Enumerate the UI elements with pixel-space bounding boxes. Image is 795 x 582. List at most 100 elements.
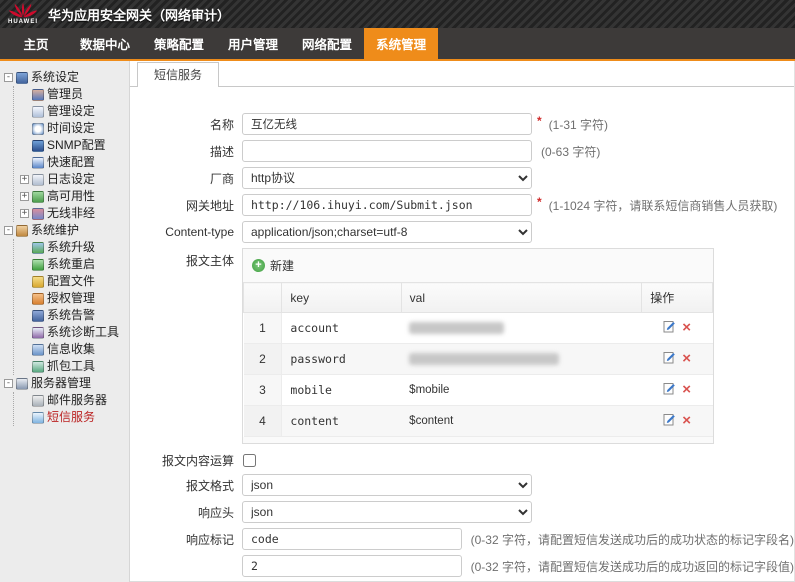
delete-x-icon[interactable]: × bbox=[682, 381, 691, 398]
response-value-input[interactable] bbox=[242, 555, 462, 577]
navigation-tree: -系统设定-管理员-管理设定-时间设定-SNMP配置-快速配置+日志设定+高可用… bbox=[4, 69, 127, 426]
nav-tab-network-config[interactable]: 网络配置 bbox=[290, 28, 364, 59]
sidebar-item-label: 时间设定 bbox=[47, 121, 96, 135]
collapse-icon[interactable]: - bbox=[4, 226, 13, 235]
sidebar-item-snmp-config[interactable]: -SNMP配置 bbox=[20, 137, 127, 154]
delete-x-icon[interactable]: × bbox=[682, 319, 691, 336]
sidebar-item-quick-config[interactable]: -快速配置 bbox=[20, 154, 127, 171]
sidebar-item-label: SNMP配置 bbox=[47, 138, 106, 152]
nav-tab-system-management[interactable]: 系统管理 bbox=[364, 28, 439, 59]
nav-tab-policy-config[interactable]: 策略配置 bbox=[142, 28, 216, 59]
format-label: 报文格式 bbox=[185, 478, 234, 493]
license-management-icon bbox=[32, 292, 44, 305]
row-index: 3 bbox=[243, 374, 283, 406]
row-index: 2 bbox=[243, 343, 283, 375]
description-input[interactable] bbox=[242, 140, 532, 162]
sidebar-item-system-restart[interactable]: -系统重启 bbox=[20, 256, 127, 273]
response-header-select[interactable]: json bbox=[242, 501, 532, 523]
quick-config-icon bbox=[32, 156, 44, 169]
huawei-logo-icon: HUAWEI bbox=[8, 3, 38, 25]
sidebar-item-system-upgrade[interactable]: -系统升级 bbox=[20, 239, 127, 256]
gateway-input[interactable] bbox=[242, 194, 532, 216]
description-hint: (0-63 字符) bbox=[541, 144, 601, 159]
sidebar-item-high-availability[interactable]: + 高可用性 bbox=[20, 188, 127, 205]
expand-icon[interactable]: + bbox=[20, 175, 29, 184]
response-mark-input[interactable] bbox=[242, 528, 462, 550]
sidebar-item-time-settings[interactable]: -时间设定 bbox=[20, 120, 127, 137]
admin-settings-icon bbox=[32, 105, 44, 118]
sidebar-item-label: 系统设定 bbox=[31, 70, 80, 84]
response-header-label: 响应头 bbox=[197, 505, 234, 520]
content-type-select[interactable]: application/json;charset=utf-8 bbox=[242, 221, 532, 243]
collapse-icon[interactable]: - bbox=[4, 379, 13, 388]
sidebar-item-sms-service[interactable]: -短信服务 bbox=[20, 409, 127, 426]
sidebar-item-config-file[interactable]: -配置文件 bbox=[20, 273, 127, 290]
edit-pencil-icon[interactable] bbox=[663, 320, 676, 336]
row-index: 1 bbox=[243, 312, 283, 344]
huawei-brand-text: HUAWEI bbox=[8, 19, 38, 25]
sidebar-item-label: 信息收集 bbox=[47, 342, 96, 356]
mail-server-icon bbox=[32, 394, 44, 407]
server-management-children: -邮件服务器-短信服务 bbox=[13, 392, 127, 426]
sidebar-item-system-alarm[interactable]: -系统告警 bbox=[20, 307, 127, 324]
sidebar-item-server-management[interactable]: - 服务器管理 bbox=[4, 375, 127, 392]
system-upgrade-icon bbox=[32, 241, 44, 254]
new-row-button[interactable]: + 新建 bbox=[243, 249, 713, 282]
sidebar-item-mail-server[interactable]: -邮件服务器 bbox=[20, 392, 127, 409]
column-header-ops: 操作 bbox=[641, 282, 713, 313]
info-collection-icon bbox=[32, 343, 44, 356]
tab-sms-service[interactable]: 短信服务 bbox=[137, 62, 220, 87]
payload-key: mobile bbox=[281, 374, 402, 406]
app-window: HUAWEI 华为应用安全网关（网络审计） 主页 数据中心 策略配置 用户管理 网络配置… bbox=[0, 0, 795, 582]
content-calc-checkbox[interactable] bbox=[243, 454, 256, 467]
sidebar-item-packet-capture[interactable]: -抓包工具 bbox=[20, 358, 127, 375]
response-value-hint: (0-32 字符，请配置短信发送成功后的成功返回的标记字段值) bbox=[470, 559, 794, 574]
payload-row-mobile: 3 mobile $mobile × bbox=[243, 374, 713, 406]
sidebar-item-wireless-non-operation[interactable]: + 无线非经 bbox=[20, 205, 127, 222]
sidebar-item-log-settings[interactable]: + 日志设定 bbox=[20, 171, 127, 188]
sidebar-item-diagnostic-tools[interactable]: -系统诊断工具 bbox=[20, 324, 127, 341]
sidebar-item-administrator[interactable]: -管理员 bbox=[20, 86, 127, 103]
sidebar-item-label: 系统告警 bbox=[47, 308, 96, 322]
sidebar-item-info-collection[interactable]: -信息收集 bbox=[20, 341, 127, 358]
edit-pencil-icon[interactable] bbox=[663, 351, 676, 367]
administrator-icon bbox=[32, 88, 44, 101]
wireless-non-operation-icon bbox=[32, 207, 44, 220]
main-content: 短信服务 名称 * (1-31 字符) 描述 (0-63 字符) 厂商 bbox=[130, 61, 795, 582]
sidebar-item-label: 系统诊断工具 bbox=[47, 325, 120, 339]
payload-val: $mobile bbox=[409, 384, 450, 396]
payload-row-content: 4 content $content × bbox=[243, 405, 713, 437]
delete-x-icon[interactable]: × bbox=[682, 412, 691, 429]
content-calc-label: 报文内容运算 bbox=[161, 454, 234, 468]
system-maintenance-icon bbox=[16, 224, 28, 237]
nav-tab-data-center[interactable]: 数据中心 bbox=[68, 28, 142, 59]
required-asterisk: * bbox=[537, 114, 542, 128]
description-label: 描述 bbox=[209, 144, 234, 159]
edit-pencil-icon[interactable] bbox=[663, 382, 676, 398]
edit-pencil-icon[interactable] bbox=[663, 413, 676, 429]
sidebar-item-system-maintenance[interactable]: - 系统维护 bbox=[4, 222, 127, 239]
name-input[interactable] bbox=[242, 113, 532, 135]
content-type-label: Content-type bbox=[165, 225, 234, 239]
vendor-select[interactable]: http协议 bbox=[242, 167, 532, 189]
collapse-icon[interactable]: - bbox=[4, 73, 13, 82]
sidebar-item-license-management[interactable]: -授权管理 bbox=[20, 290, 127, 307]
row-index: 4 bbox=[243, 405, 283, 437]
response-mark-hint: (0-32 字符，请配置短信发送成功后的成功状态的标记字段名) bbox=[470, 532, 794, 547]
sidebar-item-admin-settings[interactable]: -管理设定 bbox=[20, 103, 127, 120]
delete-x-icon[interactable]: × bbox=[682, 350, 691, 367]
sidebar-item-label: 无线非经 bbox=[47, 206, 96, 220]
expand-icon[interactable]: + bbox=[20, 209, 29, 218]
payload-row-password: 2 password × bbox=[243, 343, 713, 375]
redacted-value bbox=[409, 352, 560, 365]
format-select[interactable]: json bbox=[242, 474, 532, 496]
gateway-label: 网关地址 bbox=[185, 198, 234, 213]
expand-icon[interactable]: + bbox=[20, 192, 29, 201]
sidebar-item-label: 管理员 bbox=[47, 87, 84, 101]
high-availability-icon bbox=[32, 190, 44, 203]
payload-key: password bbox=[281, 343, 402, 375]
nav-tab-home[interactable]: 主页 bbox=[4, 28, 68, 59]
sidebar-item-system-settings[interactable]: - 系统设定 bbox=[4, 69, 127, 86]
nav-tab-user-management[interactable]: 用户管理 bbox=[216, 28, 290, 59]
sidebar-item-label: 系统升级 bbox=[47, 240, 96, 254]
